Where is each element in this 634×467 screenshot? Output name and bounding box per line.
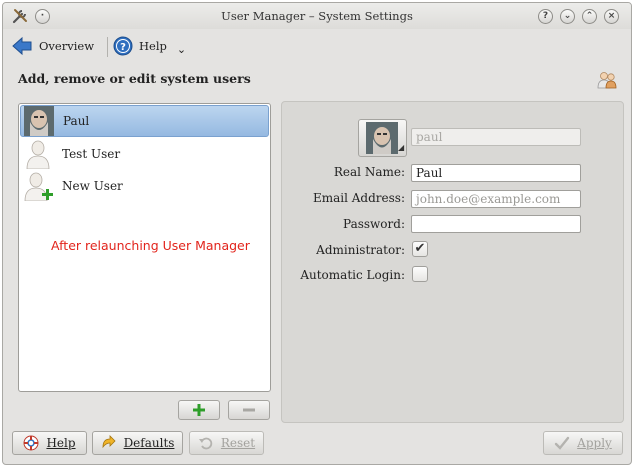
close-button[interactable]: × — [604, 9, 619, 24]
user-name: New User — [62, 179, 123, 193]
context-help-button[interactable]: ? — [538, 9, 553, 24]
new-user-icon — [24, 172, 53, 201]
real-name-field[interactable]: Paul — [411, 164, 581, 182]
help-menu-button[interactable]: ? Help ⌄ — [113, 33, 186, 59]
user-list-item[interactable]: New User — [20, 170, 269, 202]
generic-user-icon — [26, 140, 50, 169]
user-details-panel — [281, 101, 624, 423]
reset-button-label: Reset — [220, 436, 256, 450]
plus-icon — [193, 404, 205, 416]
password-label: Password: — [343, 217, 405, 231]
add-user-button[interactable] — [178, 400, 220, 420]
remove-user-button[interactable] — [228, 400, 270, 420]
help-button[interactable]: Help — [12, 431, 87, 455]
defaults-button-label: Defaults — [123, 436, 175, 450]
help-menu-label: Help — [139, 39, 167, 53]
administrator-checkbox[interactable]: ✔ — [412, 241, 428, 257]
email-label: Email Address: — [312, 191, 405, 205]
dropdown-arrow-icon: ◢ — [398, 143, 405, 152]
apply-button-label: Apply — [577, 436, 612, 450]
minus-icon — [243, 408, 255, 412]
automatic-login-label: Automatic Login: — [300, 268, 405, 282]
title-bar: · User Manager – System Settings ? ⌄ ⌃ × — [3, 3, 631, 29]
overview-button[interactable]: Overview — [11, 33, 94, 59]
apply-button[interactable]: Apply — [543, 431, 623, 455]
defaults-button[interactable]: Defaults — [92, 431, 183, 455]
administrator-label: Administrator: — [316, 243, 405, 257]
user-list-item[interactable]: Test User — [20, 138, 269, 170]
help-button-label: Help — [46, 436, 76, 450]
help-icon: ? — [113, 36, 133, 56]
email-field[interactable]: john.doe@example.com — [411, 190, 581, 208]
checkmark-icon — [554, 436, 570, 450]
help-lifebuoy-icon — [23, 435, 39, 451]
system-settings-window: · User Manager – System Settings ? ⌄ ⌃ ×… — [2, 2, 632, 465]
maximize-button[interactable]: ⌃ — [582, 9, 597, 24]
window-title: User Manager – System Settings — [221, 9, 413, 23]
users-icon — [597, 72, 617, 89]
user-list-item[interactable]: Paul — [20, 105, 269, 137]
defaults-icon — [102, 435, 116, 449]
page-heading: Add, remove or edit system users — [18, 71, 251, 86]
user-list[interactable]: Paul Test User New User After relaunchin… — [18, 103, 271, 392]
toolbar-separator — [107, 37, 108, 57]
user-name: Test User — [62, 147, 121, 161]
username-field: paul — [411, 128, 581, 146]
chevron-down-icon: ⌄ — [176, 42, 187, 56]
photo-avatar-icon — [366, 122, 398, 154]
overview-label: Overview — [39, 39, 95, 53]
user-name: Paul — [63, 114, 90, 128]
user-photo-button[interactable]: ◢ — [358, 119, 407, 157]
annotation-text: After relaunching User Manager — [51, 238, 250, 253]
minimize-button[interactable]: ⌄ — [560, 9, 575, 24]
back-arrow-icon — [12, 36, 32, 56]
automatic-login-checkbox[interactable] — [412, 266, 428, 282]
real-name-label: Real Name: — [333, 165, 405, 179]
svg-text:?: ? — [120, 42, 126, 53]
undo-icon — [198, 437, 213, 450]
reset-button[interactable]: Reset — [189, 431, 264, 455]
password-field[interactable] — [411, 215, 581, 233]
toolbar: Overview ? Help ⌄ — [3, 29, 631, 63]
photo-avatar-icon — [24, 106, 54, 136]
